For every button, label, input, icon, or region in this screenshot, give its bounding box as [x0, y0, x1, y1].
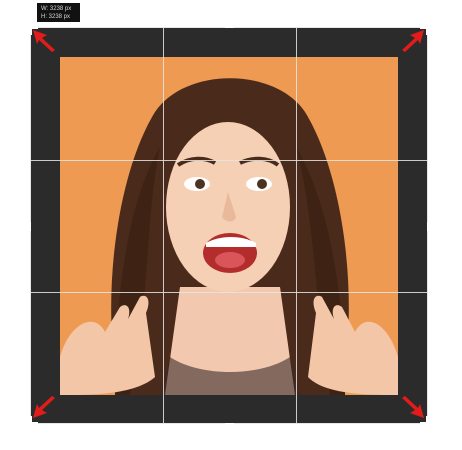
grid-line-vertical-1 [163, 28, 164, 423]
crop-width-text: W: 3238 px [41, 6, 72, 12]
crop-handle-right[interactable] [427, 222, 430, 231]
grid-line-horizontal-2 [31, 292, 427, 293]
arrow-top-right-icon [402, 30, 424, 52]
crop-size-tooltip: W: 3238 px H: 3238 px [37, 3, 80, 22]
arrow-bottom-left-icon [33, 396, 55, 418]
arrow-top-left-icon [33, 30, 55, 52]
arrow-bottom-right-icon [402, 396, 424, 418]
crop-height-text: H: 3238 px [41, 14, 71, 20]
grid-line-horizontal-1 [31, 160, 427, 161]
grid-line-vertical-2 [296, 28, 297, 423]
crop-workspace: W: 3238 px H: 3238 px [0, 0, 462, 450]
crop-box[interactable] [30, 27, 428, 424]
crop-handle-top[interactable] [225, 25, 234, 28]
crop-handle-bottom[interactable] [225, 423, 234, 426]
crop-handle-left[interactable] [28, 222, 31, 231]
